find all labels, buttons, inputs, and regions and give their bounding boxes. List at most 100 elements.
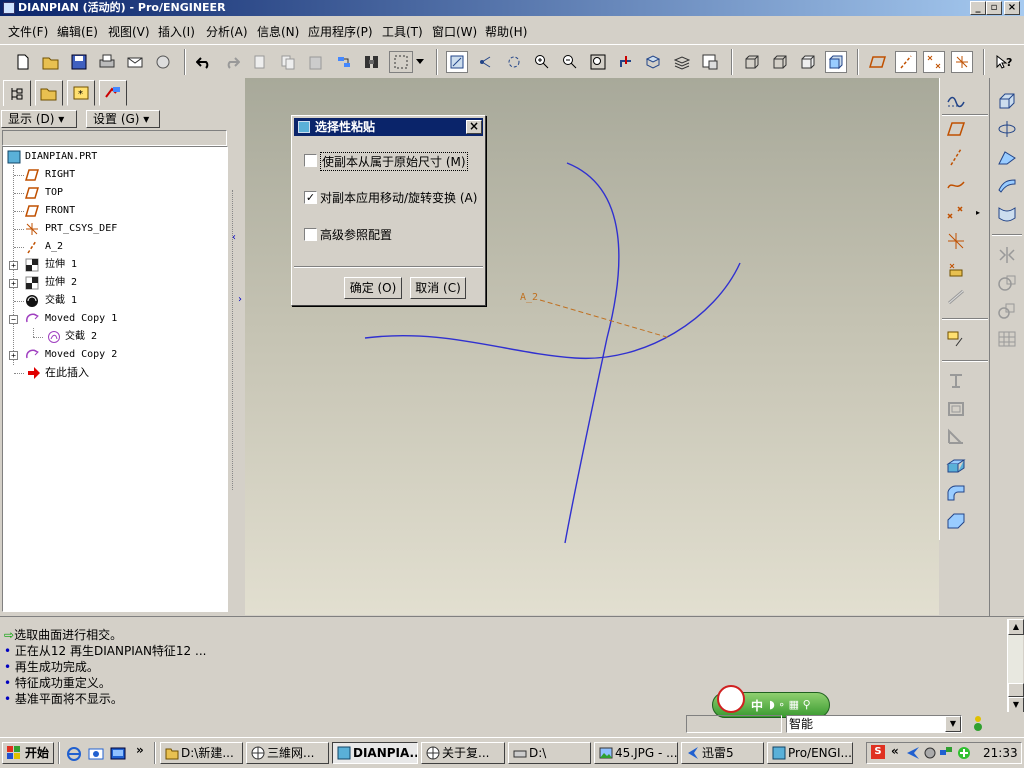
orient-mode-icon[interactable]: [503, 51, 525, 73]
sogou-icon[interactable]: S: [871, 745, 885, 759]
tray-expand-icon[interactable]: «: [891, 744, 899, 758]
draft-tool-icon[interactable]: [946, 456, 966, 474]
chamfer-tool-icon[interactable]: [946, 512, 966, 530]
merge-tool-icon[interactable]: [997, 274, 1017, 292]
menu-help[interactable]: 帮助(H): [485, 23, 527, 40]
analysis-feature-icon[interactable]: [946, 260, 966, 278]
send-mail-icon[interactable]: [124, 51, 146, 73]
ok-button[interactable]: 确定 (O): [344, 277, 402, 299]
advanced-reference-checkbox[interactable]: [304, 228, 317, 241]
copy-icon[interactable]: [277, 51, 299, 73]
datum-plane-display-icon[interactable]: [867, 51, 889, 73]
cancel-button[interactable]: 取消 (C): [410, 277, 466, 299]
repaint-icon[interactable]: [446, 51, 468, 73]
cut-icon[interactable]: [249, 51, 271, 73]
tab-model-tree[interactable]: [3, 80, 31, 106]
tab-folder-browser[interactable]: [35, 80, 63, 106]
volume-icon[interactable]: [923, 746, 937, 760]
datum-point-tool-icon[interactable]: [946, 204, 966, 222]
ime-tools-icon[interactable]: ◗ ∘ ▦ ⚲: [769, 698, 811, 711]
display-menu-button[interactable]: 显示 (D) ▾: [1, 110, 77, 128]
task-proe-active[interactable]: DIANPIA...: [332, 742, 418, 764]
hidden-line-icon[interactable]: [769, 51, 791, 73]
chain-tool-icon[interactable]: [946, 288, 966, 306]
menu-view[interactable]: 视图(V): [108, 23, 150, 40]
advanced-reference-label[interactable]: 高级参照配置: [320, 226, 392, 243]
datum-plane-tool-icon[interactable]: [946, 120, 966, 138]
tab-connections[interactable]: [99, 80, 127, 106]
scroll-up-icon[interactable]: ▲: [1008, 619, 1024, 635]
hole-tool-icon[interactable]: [946, 372, 966, 390]
task-drive[interactable]: D:\: [508, 742, 591, 764]
rib-tool-icon[interactable]: [946, 428, 966, 446]
view-manager-icon[interactable]: [699, 51, 721, 73]
settings-menu-button[interactable]: 设置 (G) ▾: [86, 110, 160, 128]
task-thunder[interactable]: 迅雷5: [681, 742, 764, 764]
new-icon[interactable]: [12, 51, 34, 73]
spin-center-icon[interactable]: [475, 51, 497, 73]
ie-icon[interactable]: [66, 746, 82, 762]
datum-axis-display-icon[interactable]: [895, 51, 917, 73]
menu-info[interactable]: 信息(N): [257, 23, 299, 40]
menu-window[interactable]: 窗口(W): [432, 23, 477, 40]
flyout-arrow-icon[interactable]: ▸: [976, 208, 980, 217]
boundary-blend-icon[interactable]: [997, 204, 1017, 222]
task-document[interactable]: 关于复...: [421, 742, 505, 764]
redo-icon[interactable]: [221, 51, 243, 73]
menu-analysis[interactable]: 分析(A): [206, 23, 248, 40]
tab-favorites[interactable]: *: [67, 80, 95, 106]
sketched-curve-icon[interactable]: [946, 92, 966, 110]
menu-file[interactable]: 文件(F): [8, 23, 48, 40]
datum-axis-tool-icon[interactable]: [946, 148, 966, 166]
paste-icon[interactable]: [305, 51, 327, 73]
print-icon[interactable]: [96, 51, 118, 73]
task-browser[interactable]: 三維网...: [246, 742, 329, 764]
restore-button[interactable]: ▫: [986, 1, 1002, 15]
show-desktop-icon[interactable]: [110, 746, 126, 762]
datum-curve-tool-icon[interactable]: [946, 176, 966, 194]
menu-tools[interactable]: 工具(T): [382, 23, 423, 40]
menu-edit[interactable]: 编辑(E): [57, 23, 98, 40]
trim-tool-icon[interactable]: [997, 302, 1017, 320]
layers-icon[interactable]: [671, 51, 693, 73]
expand-arrow-icon[interactable]: ›: [238, 294, 242, 305]
thunder-tray-icon[interactable]: [905, 746, 921, 760]
saved-views-icon[interactable]: [643, 51, 665, 73]
datum-point-display-icon[interactable]: [923, 51, 945, 73]
save-icon[interactable]: [68, 51, 90, 73]
apply-transform-label[interactable]: 对副本应用移动/旋转变换 (A): [320, 189, 477, 206]
dependent-copy-label[interactable]: 使副本从属于原始尺寸 (M): [320, 152, 468, 171]
csys-display-icon[interactable]: [951, 51, 973, 73]
extrude-tool-icon[interactable]: [997, 92, 1017, 110]
undo-icon[interactable]: [193, 51, 215, 73]
sweep-tool-icon[interactable]: [997, 148, 1017, 166]
collapse-arrow-icon[interactable]: ‹: [232, 232, 236, 243]
annotation-tool-icon[interactable]: [946, 330, 966, 348]
close-window-button[interactable]: ×: [1004, 1, 1020, 15]
security-icon[interactable]: [957, 746, 971, 760]
chevron-down-icon[interactable]: ▼: [945, 716, 961, 732]
csys-tool-icon[interactable]: [946, 232, 966, 250]
revolve-tool-icon[interactable]: [997, 120, 1017, 138]
refit-icon[interactable]: [587, 51, 609, 73]
dialog-close-button[interactable]: ×: [466, 120, 482, 134]
mirror-tool-icon[interactable]: [997, 246, 1017, 264]
selection-filter-icon[interactable]: [389, 51, 413, 73]
shell-tool-icon[interactable]: [946, 400, 966, 418]
scroll-down-icon[interactable]: ▼: [1008, 697, 1024, 713]
task-image-viewer[interactable]: 45.JPG - ...: [594, 742, 678, 764]
zoom-in-icon[interactable]: [531, 51, 553, 73]
chevron-down-icon[interactable]: [414, 51, 426, 73]
round-tool-icon[interactable]: [946, 484, 966, 502]
wireframe-icon[interactable]: [741, 51, 763, 73]
message-scrollbar[interactable]: ▲ ▼: [1007, 619, 1024, 713]
send-link-icon[interactable]: [152, 51, 174, 73]
zoom-out-icon[interactable]: [559, 51, 581, 73]
task-proe[interactable]: Pro/ENGI...: [767, 742, 853, 764]
reorient-icon[interactable]: [615, 51, 637, 73]
menu-insert[interactable]: 插入(I): [158, 23, 195, 40]
apply-transform-checkbox[interactable]: ✓: [304, 191, 317, 204]
no-hidden-icon[interactable]: [797, 51, 819, 73]
outlook-icon[interactable]: [88, 746, 104, 762]
dependent-copy-checkbox[interactable]: [304, 154, 317, 167]
